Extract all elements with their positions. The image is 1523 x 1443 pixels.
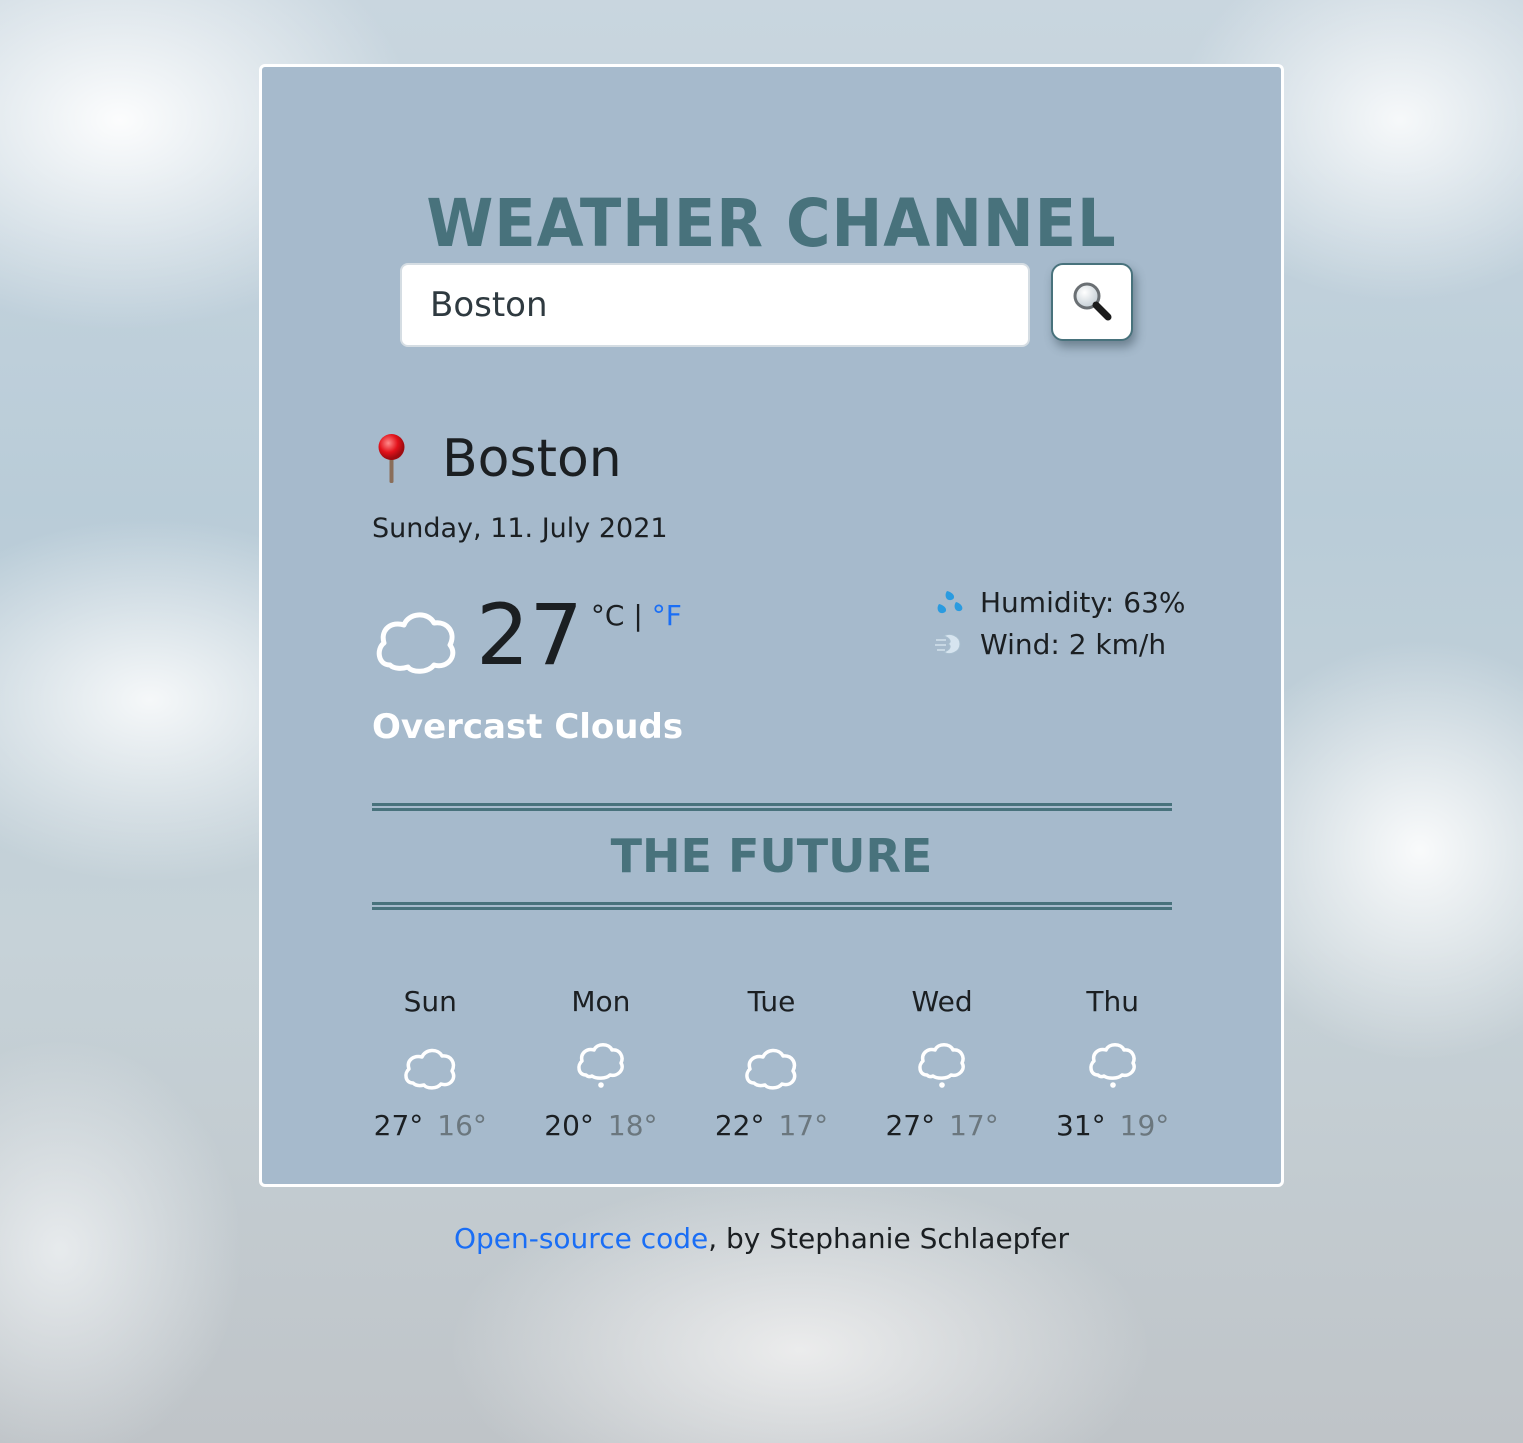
city-search-input[interactable]: [400, 263, 1030, 347]
cloud-icon: [745, 1048, 797, 1090]
forecast-list: Sun 27° 16° Mon 20° 18° Tue 22° 17° Wed 27°…: [345, 985, 1198, 1142]
forecast-day: Sun 27° 16°: [345, 985, 516, 1142]
current-date: Sunday, 11. July 2021: [372, 513, 668, 544]
forecast-min: 17°: [949, 1109, 999, 1142]
forecast-max: 31°: [1056, 1109, 1106, 1142]
current-city: Boston: [372, 429, 622, 489]
forecast-day: Tue 22° 17°: [686, 985, 857, 1142]
magnifier-icon: [1073, 282, 1112, 321]
current-weather: 27 °C | °F: [372, 587, 682, 683]
footer-credit: , by Stephanie Schlaepfer: [708, 1222, 1070, 1255]
forecast-day: Wed 27° 17°: [857, 985, 1028, 1142]
cloud-icon: [404, 1048, 456, 1090]
humidity-row: Humidity: 63%: [934, 581, 1186, 623]
forecast-max: 27°: [885, 1109, 936, 1142]
cloud-drizzle-icon: [577, 1043, 624, 1088]
forecast-min: 17°: [778, 1109, 829, 1142]
city-name: Boston: [442, 429, 622, 489]
forecast-min: 18°: [607, 1109, 658, 1142]
forecast-day-name: Sun: [403, 985, 457, 1018]
forecast-day-name: Tue: [747, 985, 796, 1018]
unit-toggle: °C | °F: [591, 599, 682, 632]
forecast-min: 16°: [437, 1109, 487, 1142]
search-button[interactable]: [1051, 263, 1133, 341]
cloud-drizzle-icon: [1088, 1043, 1136, 1088]
forecast-day-name: Wed: [911, 985, 973, 1018]
droplets-icon: [937, 591, 963, 614]
current-temperature: 27: [476, 586, 583, 684]
unit-separator: |: [633, 599, 643, 632]
divider-top: [372, 803, 1172, 811]
fahrenheit-link[interactable]: °F: [652, 599, 682, 632]
wind-icon: [935, 633, 961, 655]
forecast-day: Thu 31° 19°: [1027, 985, 1198, 1142]
forecast-day-name: Thu: [1086, 985, 1139, 1018]
celsius-unit[interactable]: °C: [591, 599, 625, 632]
forecast-min: 19°: [1119, 1109, 1170, 1142]
pushpin-icon: [378, 434, 405, 483]
app-title: WEATHER CHANNEL: [426, 185, 1117, 262]
forecast-title: THE FUTURE: [610, 829, 933, 883]
cloud-drizzle-icon: [918, 1043, 965, 1088]
weather-details: Humidity: 63% Wind: 2 km/h: [934, 581, 1186, 665]
forecast-day: Mon 20° 18°: [516, 985, 687, 1142]
cloud-icon: [376, 612, 456, 674]
weather-card: WEATHER CHANNEL Boston Boston Sunday, 11…: [259, 64, 1284, 1187]
weather-description: Overcast Clouds: [372, 707, 684, 747]
divider-bottom: [372, 902, 1172, 910]
forecast-max: 22°: [714, 1109, 765, 1142]
forecast-day-name: Mon: [571, 985, 631, 1018]
forecast-max: 27°: [373, 1109, 424, 1142]
footer: Open-source code, by Stephanie Schlaepfe…: [0, 1222, 1523, 1255]
wind-row: Wind: 2 km/h: [934, 623, 1186, 665]
source-code-link[interactable]: Open-source code: [454, 1222, 708, 1255]
forecast-max: 20°: [544, 1109, 594, 1142]
humidity-value: Humidity: 63%: [980, 585, 1186, 619]
wind-value: Wind: 2 km/h: [980, 627, 1167, 661]
